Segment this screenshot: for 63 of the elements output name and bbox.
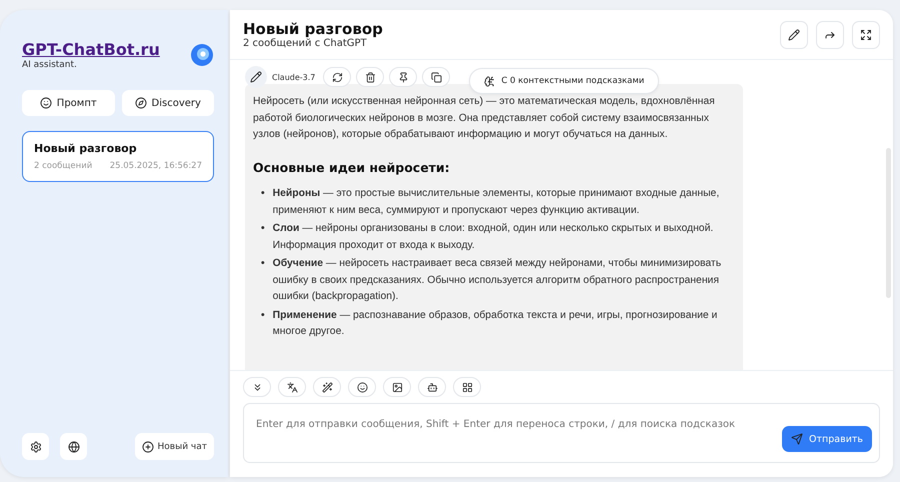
tagline: AI assistant. xyxy=(22,60,78,70)
context-hints-button[interactable]: С 0 контекстными подсказками xyxy=(469,68,660,94)
list-item: Обучение — нейросеть настраивает веса связей между нейронами, чтобы минимизировать ошибку в своих предсказаниях. Обычно используется алгоритм обратного распространения ошибки (backpropagation). xyxy=(272,257,722,304)
message-heading: Основные идеи нейросети: xyxy=(253,160,451,176)
language-button[interactable] xyxy=(60,433,87,460)
expand-icon xyxy=(860,28,872,40)
toolbar-button[interactable] xyxy=(453,377,481,397)
send-icon xyxy=(791,433,804,445)
pencil-icon xyxy=(788,28,800,40)
pin-button[interactable] xyxy=(389,67,418,87)
chat-date: 25.05.2025, 16:56:27 xyxy=(110,161,202,171)
pin-icon xyxy=(398,72,409,82)
copy-icon xyxy=(430,72,442,82)
bullet-marker: • xyxy=(261,187,265,201)
regenerate-button[interactable] xyxy=(323,67,352,87)
refresh-icon xyxy=(332,72,343,82)
edit-button[interactable] xyxy=(780,20,808,48)
model-name: Claude-3.7 xyxy=(272,72,316,82)
image-icon xyxy=(392,382,402,392)
edit-model-button[interactable] xyxy=(245,66,267,88)
list-item: Нейроны — это простые вычислительные элементы, которые принимают входные данные, применяют к ним веса, суммируют и пропускают через функцию активации. xyxy=(272,187,720,218)
scrollbar[interactable] xyxy=(886,148,891,298)
bullet-marker: • xyxy=(261,308,265,322)
compass-icon xyxy=(134,97,147,109)
sidebar-button[interactable]: Промпт xyxy=(22,90,114,116)
toolbar-button[interactable] xyxy=(348,377,376,397)
message-count: 2 сообщений xyxy=(34,161,92,171)
settings-icon xyxy=(30,440,42,452)
chat-subtitle: 2 сообщений с ChatGPT xyxy=(243,38,368,49)
grid-icon xyxy=(462,382,472,392)
bullet-marker: • xyxy=(261,222,265,236)
new-chat-button[interactable]: Новый чат xyxy=(134,433,214,460)
face-icon xyxy=(40,97,52,109)
list-item: Слои — нейроны организованы в слои: входной, один или несколько скрытых и выходной. Информация проходит от входа к выходу. xyxy=(272,222,714,252)
send-button[interactable]: Отправить xyxy=(782,426,872,452)
copy-button[interactable] xyxy=(422,67,450,87)
trash-icon xyxy=(364,72,376,82)
list-item: Применение — распознавание образов, обработка текста и речи, игры, прогнозирование и многое другое. xyxy=(272,308,718,339)
bullet-marker: • xyxy=(261,257,265,271)
fullscreen-button[interactable] xyxy=(852,20,880,48)
brand-link[interactable]: GPT-ChatBot.ru xyxy=(22,40,160,59)
settings-button[interactable] xyxy=(22,433,49,460)
pencil-icon xyxy=(250,71,262,83)
magic-wand-icon xyxy=(322,382,332,392)
face-icon xyxy=(356,382,368,392)
delete-button[interactable] xyxy=(356,67,384,87)
toolbar-button[interactable] xyxy=(383,377,411,397)
message-paragraph: Нейросеть (или искусственная нейронная сеть) — это математическая модель, вдохновлённая работой биологических нейронов в мозге. Она представляет собой систему взаимосвязанных узлов (нейронов), которые обрабатывают информацию и могут обучаться на данных. xyxy=(253,95,716,142)
sidebar-button[interactable]: Discovery xyxy=(122,90,214,116)
toolbar-button[interactable] xyxy=(278,377,306,397)
toolbar-button[interactable] xyxy=(418,377,446,397)
logo-icon xyxy=(190,43,214,67)
toolbar-button[interactable] xyxy=(313,377,341,397)
chat-item[interactable]: Новый разговор 2 сообщений 25.05.2025, 16:56:27 xyxy=(22,131,214,182)
brain-icon xyxy=(484,76,496,86)
plus-circle-icon xyxy=(142,440,154,452)
translate-icon xyxy=(286,382,298,392)
message-input[interactable]: Enter для отправки сообщения, Shift + Enter для переноса строки, / для поиска подсказок Отправить xyxy=(243,403,880,463)
chat-title: Новый разговор xyxy=(34,142,138,155)
share-button[interactable] xyxy=(816,20,844,48)
chat-heading: Новый разговор xyxy=(243,20,383,38)
robot-icon xyxy=(426,382,438,392)
globe-icon xyxy=(68,440,80,452)
